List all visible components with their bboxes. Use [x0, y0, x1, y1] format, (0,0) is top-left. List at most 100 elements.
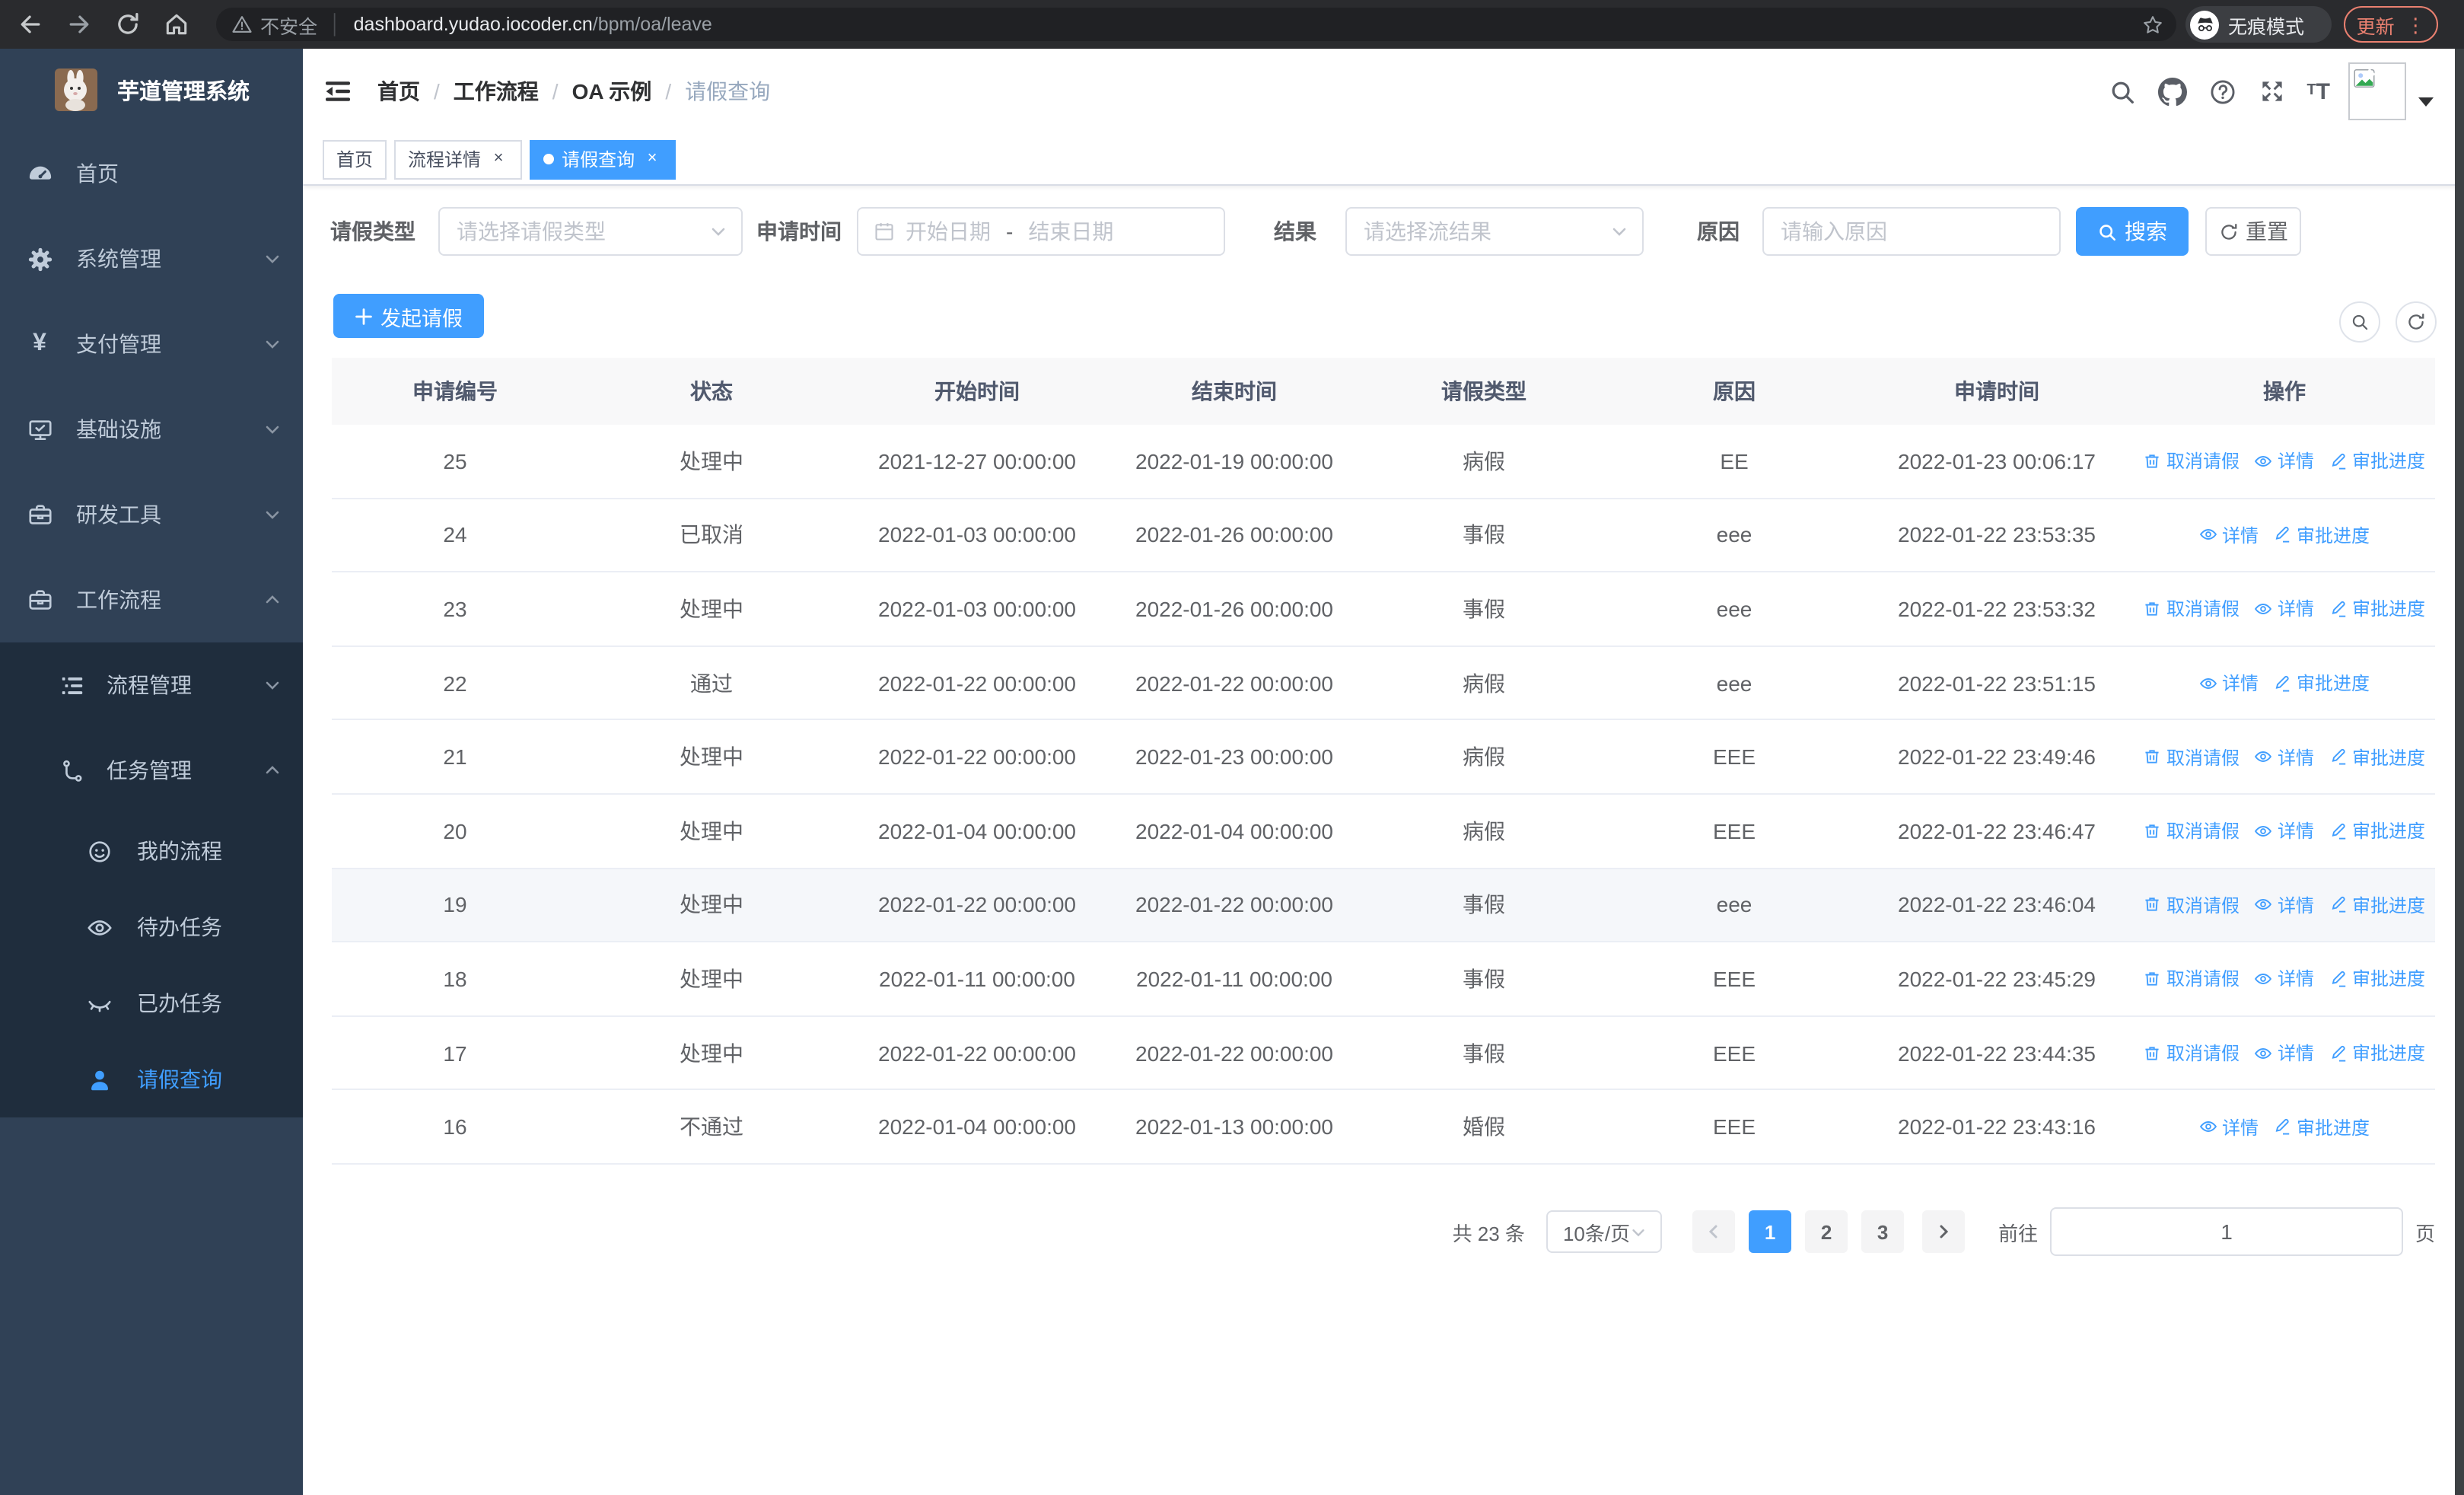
sidebar-item-my-process[interactable]: 我的流程: [0, 813, 303, 889]
detail-link[interactable]: 详情: [2199, 522, 2259, 548]
date-start-placeholder[interactable]: 开始日期: [906, 216, 991, 247]
eye-icon: [2255, 600, 2273, 618]
page-size-select[interactable]: 10条/页: [1546, 1210, 1663, 1253]
cell-start-time: 2022-01-04 00:00:00: [878, 818, 1076, 843]
detail-link[interactable]: 详情: [2255, 966, 2314, 992]
column-header: 申请时间: [1954, 379, 2039, 403]
reset-button-wrap: 重置: [2205, 207, 2301, 256]
detail-link[interactable]: 详情: [2255, 448, 2314, 474]
approval-progress-link[interactable]: 审批进度: [2329, 818, 2425, 844]
page-button-2[interactable]: 2: [1805, 1210, 1848, 1253]
approval-progress-link[interactable]: 审批进度: [2329, 892, 2425, 918]
pagination: 共 23 条 10条/页 1 2 3 前往 页: [1453, 1207, 2435, 1256]
app-logo[interactable]: 芋道管理系统: [0, 49, 303, 131]
detail-link[interactable]: 详情: [2199, 1114, 2259, 1140]
sidebar-item-system[interactable]: 系统管理: [0, 216, 303, 301]
hamburger-icon[interactable]: [323, 76, 353, 107]
cancel-leave-link[interactable]: 取消请假: [2144, 448, 2240, 474]
reset-button[interactable]: 重置: [2205, 207, 2301, 256]
back-icon[interactable]: [17, 11, 44, 38]
page-unit-label: 页: [2415, 1222, 2435, 1245]
caret-down-icon[interactable]: [2418, 97, 2434, 107]
scrollbar[interactable]: [2455, 49, 2464, 1495]
apply-time-range-picker[interactable]: 开始日期 - 结束日期: [857, 207, 1225, 256]
prev-page-button[interactable]: [1692, 1210, 1736, 1253]
sidebar-item-infra[interactable]: 基础设施: [0, 387, 303, 472]
reload-icon[interactable]: [114, 11, 142, 38]
sidebar-item-process-mgmt[interactable]: 流程管理: [0, 642, 303, 728]
sidebar-item-todo-tasks[interactable]: 待办任务: [0, 889, 303, 965]
home-icon[interactable]: [163, 11, 190, 38]
tab-home[interactable]: 首页: [323, 139, 387, 179]
sidebar-item-payment[interactable]: ¥ 支付管理: [0, 301, 303, 387]
toggle-search-button[interactable]: [2339, 301, 2380, 343]
approval-progress-link[interactable]: 审批进度: [2329, 744, 2425, 770]
cell-apply-time: 2022-01-22 23:46:04: [1898, 892, 2096, 917]
page-button-1[interactable]: 1: [1749, 1210, 1792, 1253]
address-bar[interactable]: 不安全 │ dashboard.yudao.iocoder.cn /bpm/oa…: [216, 8, 2176, 41]
cell-actions: 详情 审批进度: [2134, 1114, 2435, 1140]
bookmark-star-icon[interactable]: [2141, 13, 2164, 36]
detail-link[interactable]: 详情: [2199, 670, 2259, 696]
avatar[interactable]: [2348, 62, 2406, 120]
result-select[interactable]: 请选择流结果: [1345, 207, 1644, 256]
sidebar-item-devtools[interactable]: 研发工具: [0, 472, 303, 557]
sidebar-item-label: 首页: [76, 161, 119, 186]
approval-progress-link[interactable]: 审批进度: [2329, 1040, 2425, 1066]
font-size-icon[interactable]: TT: [2306, 80, 2330, 103]
sidebar-item-home[interactable]: 首页: [0, 131, 303, 216]
reason-input[interactable]: [1762, 207, 2061, 256]
breadcrumb-workflow[interactable]: 工作流程: [454, 76, 539, 107]
chevron-down-icon: [263, 335, 282, 353]
next-page-button[interactable]: [1922, 1210, 1966, 1253]
sidebar-item-leave-query[interactable]: 请假查询: [0, 1041, 303, 1117]
cancel-leave-link[interactable]: 取消请假: [2144, 596, 2240, 622]
create-leave-button[interactable]: 发起请假: [333, 294, 484, 338]
search-icon[interactable]: [2107, 77, 2136, 106]
detail-link[interactable]: 详情: [2255, 818, 2314, 844]
browser-update-chip[interactable]: 更新 ⋮: [2344, 6, 2438, 43]
sidebar-item-done-tasks[interactable]: 已办任务: [0, 965, 303, 1041]
cancel-leave-link[interactable]: 取消请假: [2144, 818, 2240, 844]
search-button[interactable]: 搜索: [2076, 207, 2189, 256]
cancel-leave-link[interactable]: 取消请假: [2144, 892, 2240, 918]
cell-reason: eee: [1716, 671, 1752, 696]
tab-process-detail[interactable]: 流程详情 ×: [394, 139, 523, 179]
cancel-leave-link[interactable]: 取消请假: [2144, 1040, 2240, 1066]
cancel-leave-link[interactable]: 取消请假: [2144, 744, 2240, 770]
approval-progress-link[interactable]: 审批进度: [2274, 670, 2370, 696]
github-icon[interactable]: [2157, 77, 2187, 106]
approval-progress-link[interactable]: 审批进度: [2329, 448, 2425, 474]
detail-link[interactable]: 详情: [2255, 1040, 2314, 1066]
close-icon[interactable]: ×: [642, 149, 662, 169]
goto-page-input[interactable]: [2050, 1207, 2403, 1256]
approval-progress-link[interactable]: 审批进度: [2274, 522, 2370, 548]
tab-label: 首页: [336, 149, 374, 171]
update-label[interactable]: 更新: [2357, 10, 2395, 39]
close-icon[interactable]: ×: [489, 149, 508, 169]
sidebar-item-workflow[interactable]: 工作流程: [0, 557, 303, 642]
edit-icon: [2329, 1044, 2348, 1062]
page-button-3[interactable]: 3: [1861, 1210, 1905, 1253]
sidebar-item-label: 请假查询: [137, 1067, 222, 1092]
leave-type-select[interactable]: 请选择请假类型: [438, 207, 743, 256]
detail-link[interactable]: 详情: [2255, 596, 2314, 622]
cell-leave-type: 病假: [1463, 818, 1505, 843]
approval-progress-link[interactable]: 审批进度: [2329, 596, 2425, 622]
approval-progress-link[interactable]: 审批进度: [2274, 1114, 2370, 1140]
detail-link[interactable]: 详情: [2255, 892, 2314, 918]
refresh-table-button[interactable]: [2396, 301, 2437, 343]
sidebar-item-task-mgmt[interactable]: 任务管理: [0, 728, 303, 813]
cancel-leave-link[interactable]: 取消请假: [2144, 966, 2240, 992]
insecure-label[interactable]: 不安全: [260, 10, 317, 39]
browser-menu-icon[interactable]: ⋮: [2405, 14, 2425, 34]
date-end-placeholder[interactable]: 结束日期: [1028, 216, 1113, 247]
breadcrumb-oa-example[interactable]: OA 示例: [572, 76, 652, 107]
forward-icon[interactable]: [65, 11, 93, 38]
detail-link[interactable]: 详情: [2255, 744, 2314, 770]
approval-progress-link[interactable]: 审批进度: [2329, 966, 2425, 992]
breadcrumb-home[interactable]: 首页: [377, 76, 420, 107]
help-icon[interactable]: [2208, 77, 2236, 106]
fullscreen-icon[interactable]: [2258, 78, 2285, 105]
tab-leave-query[interactable]: 请假查询 ×: [530, 139, 676, 179]
